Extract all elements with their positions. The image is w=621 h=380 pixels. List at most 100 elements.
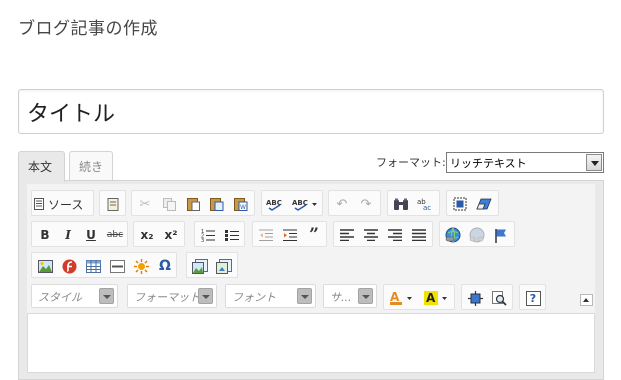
flash-icon (62, 259, 76, 273)
image-icon (37, 259, 53, 273)
image-button[interactable] (35, 256, 55, 276)
flash-button[interactable] (59, 256, 79, 276)
tab-more[interactable]: 続き (69, 151, 113, 181)
tab-body[interactable]: 本文 (18, 151, 65, 182)
chevron-down-icon[interactable] (99, 288, 114, 304)
subscript-button[interactable]: x₂ (137, 225, 157, 245)
preview-button[interactable] (489, 288, 509, 308)
size-combo-label: サ... (330, 291, 352, 304)
align-justify-button[interactable] (409, 225, 429, 245)
table-button[interactable] (83, 256, 103, 276)
find-button[interactable] (391, 194, 411, 214)
maximize-button[interactable] (465, 288, 485, 308)
toolbar-group-select (446, 190, 499, 216)
scissors-icon: ✂ (139, 196, 151, 212)
redo-button[interactable]: ↷ (356, 194, 376, 214)
special-char-button[interactable]: Ω (155, 256, 175, 276)
text-color-button[interactable]: A (387, 288, 417, 308)
format-selected-value: リッチテキスト (450, 157, 527, 170)
toolbar-group-insert: Ω (31, 252, 177, 278)
italic-button[interactable]: I (58, 225, 78, 245)
align-justify-icon (412, 229, 426, 241)
outdent-button[interactable] (256, 225, 276, 245)
link-globe-icon (445, 227, 461, 243)
redo-icon: ↷ (360, 196, 372, 212)
paste-button[interactable] (183, 194, 203, 214)
align-right-button[interactable] (385, 225, 405, 245)
size-combo[interactable]: サ... (323, 284, 377, 308)
cut-button[interactable]: ✂ (135, 194, 155, 214)
font-combo[interactable]: フォント (225, 284, 316, 308)
background-color-button[interactable]: A (422, 288, 452, 308)
toolbar-group-align (333, 221, 433, 247)
svg-text:A: A (426, 291, 436, 305)
select-all-button[interactable] (450, 194, 470, 214)
format-combo[interactable]: フォーマット (127, 284, 217, 308)
blockquote-button[interactable]: ” (304, 225, 324, 245)
format-label: フォーマット: (376, 156, 446, 169)
smiley-button[interactable] (131, 256, 151, 276)
indent-button[interactable] (280, 225, 300, 245)
underline-button[interactable]: U (81, 225, 101, 245)
maximize-icon (467, 290, 483, 306)
remove-format-button[interactable] (474, 194, 494, 214)
strikethrough-button[interactable]: abc (103, 225, 127, 245)
paste-text-button[interactable] (207, 194, 227, 214)
font-combo-label: フォント (232, 291, 276, 304)
insert-image-plugin-button[interactable] (190, 256, 210, 276)
unlink-button[interactable] (467, 225, 487, 245)
help-button[interactable]: ? (523, 288, 543, 308)
toolbar-group-basicstyles: B I U abc (31, 221, 128, 247)
spellcheck-button[interactable]: ABC (265, 194, 285, 214)
copy-button[interactable] (159, 194, 179, 214)
align-center-icon (364, 229, 378, 241)
spellcheck-as-you-type-button[interactable]: ABC (290, 194, 320, 214)
format-combo-label: フォーマット (134, 291, 200, 304)
chevron-down-icon[interactable] (358, 288, 373, 304)
editor-content-area[interactable] (27, 313, 595, 373)
align-right-icon (388, 229, 402, 241)
chevron-down-icon[interactable] (586, 154, 602, 171)
toolbar-group-undo: ↶ ↷ (328, 190, 381, 216)
superscript-button[interactable]: x² (161, 225, 181, 245)
spellcheck-dropdown-icon: ABC (292, 199, 317, 211)
select-all-icon (453, 197, 467, 211)
style-combo[interactable]: スタイル (31, 284, 118, 308)
paste-word-icon: W (234, 198, 248, 211)
undo-icon: ↶ (336, 196, 348, 212)
page-title: ブログ記事の作成 (18, 19, 158, 39)
bold-button[interactable]: B (35, 225, 55, 245)
paste-icon (186, 198, 200, 211)
source-button[interactable]: ソース (34, 194, 92, 214)
post-title-input[interactable] (18, 89, 604, 134)
align-center-button[interactable] (361, 225, 381, 245)
eraser-icon (476, 198, 492, 210)
insert-file-plugin-button[interactable] (214, 256, 234, 276)
source-button-label: ソース (48, 197, 84, 212)
numbered-list-icon: 123 (201, 229, 215, 242)
bulleted-list-icon (225, 230, 239, 241)
binoculars-icon (394, 198, 408, 210)
spellcheck-icon: ABC (266, 199, 282, 211)
numbered-list-button[interactable]: 123 (198, 225, 218, 245)
replace-icon: abac (417, 198, 431, 211)
bulleted-list-button[interactable] (222, 225, 242, 245)
paste-word-button[interactable]: W (231, 194, 251, 214)
chevron-down-icon[interactable] (198, 288, 213, 304)
align-left-button[interactable] (337, 225, 357, 245)
anchor-button[interactable] (491, 225, 511, 245)
undo-button[interactable]: ↶ (332, 194, 352, 214)
chevron-down-icon[interactable] (297, 288, 312, 304)
collapse-toolbar-button[interactable] (580, 294, 593, 306)
format-select[interactable]: リッチテキスト (446, 152, 604, 173)
replace-button[interactable]: ab ac (415, 194, 435, 214)
unlink-icon (469, 227, 485, 243)
align-left-icon (340, 229, 354, 241)
horizontal-rule-button[interactable] (107, 256, 127, 276)
toolbar-group-clipboard: ✂ W (131, 190, 255, 216)
svg-text:3: 3 (201, 238, 204, 242)
table-icon (85, 259, 101, 273)
templates-button[interactable] (103, 194, 123, 214)
toolbar-group-script: x₂ x² (133, 221, 185, 247)
link-button[interactable] (443, 225, 463, 245)
